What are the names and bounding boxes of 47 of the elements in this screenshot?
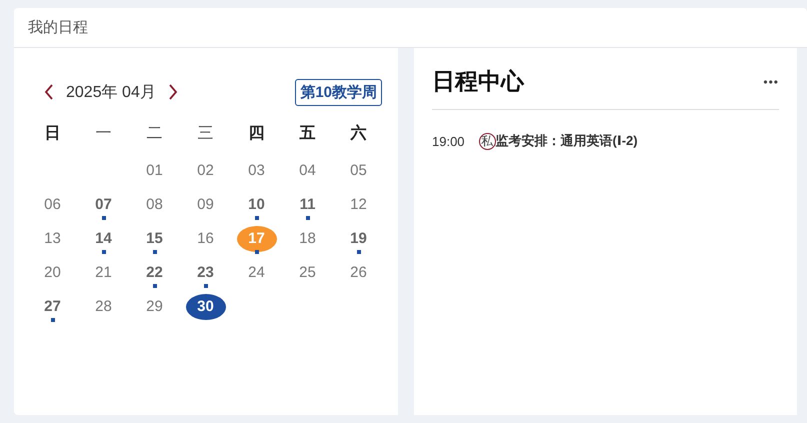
calendar-day[interactable]: 23	[186, 260, 226, 286]
weekday-label: 一	[96, 124, 112, 143]
calendar-day[interactable]: 05	[338, 158, 378, 184]
calendar-day[interactable]: 03	[236, 158, 276, 184]
month-label: 2025年 04月	[66, 82, 156, 102]
calendar-day[interactable]: 13	[32, 226, 72, 252]
calendar-day[interactable]: 17	[236, 226, 276, 252]
event-title[interactable]: 监考安排：通用英语(Ⅰ-2)	[496, 132, 638, 150]
calendar-day[interactable]: 01	[134, 158, 174, 184]
calendar-day[interactable]: 02	[186, 158, 226, 184]
calendar-day[interactable]: 08	[134, 192, 174, 218]
calendar-day[interactable]: 16	[186, 226, 226, 252]
calendar-day[interactable]: 21	[84, 260, 124, 286]
weekday-label: 三	[198, 124, 214, 143]
event-time: 19:00	[432, 134, 465, 148]
calendar-day[interactable]: 27	[32, 294, 72, 320]
weekday-label: 五	[300, 124, 316, 143]
calendar-day[interactable]: 06	[32, 192, 72, 218]
card-title: 我的日程	[28, 18, 88, 37]
weekday-label: 日	[44, 124, 60, 143]
calendar-day[interactable]: 25	[288, 260, 328, 286]
calendar-day[interactable]: 15	[134, 226, 174, 252]
next-icon[interactable]	[168, 84, 178, 100]
calendar-day[interactable]: 30	[186, 294, 226, 320]
calendar-day[interactable]: 14	[84, 226, 124, 252]
previous-icon[interactable]	[44, 84, 54, 100]
calendar-day[interactable]: 28	[84, 294, 124, 320]
weekday-label: 四	[248, 124, 264, 143]
calendar-day[interactable]: 19	[338, 226, 378, 252]
private-tag: 私	[478, 132, 496, 150]
calendar-day[interactable]: 09	[186, 192, 226, 218]
more-button[interactable]: •••	[763, 74, 779, 88]
calendar-day[interactable]: 18	[288, 226, 328, 252]
calendar-day[interactable]: 20	[32, 260, 72, 286]
weekday-label: 二	[146, 124, 162, 143]
weekday-label: 六	[350, 123, 366, 143]
calendar-day[interactable]: 26	[338, 260, 378, 286]
calendar-day[interactable]: 12	[338, 192, 378, 218]
week-badge: 第10教学周	[295, 78, 382, 106]
schedule-title: 日程中心	[432, 67, 524, 96]
calendar-day[interactable]: 07	[84, 192, 124, 218]
calendar-day[interactable]: 22	[134, 260, 174, 286]
calendar-day[interactable]: 11	[288, 192, 328, 218]
calendar-day[interactable]: 04	[288, 158, 328, 184]
calendar-day[interactable]: 24	[236, 260, 276, 286]
calendar-day[interactable]: 10	[236, 192, 276, 218]
calendar-day[interactable]: 29	[134, 294, 174, 320]
